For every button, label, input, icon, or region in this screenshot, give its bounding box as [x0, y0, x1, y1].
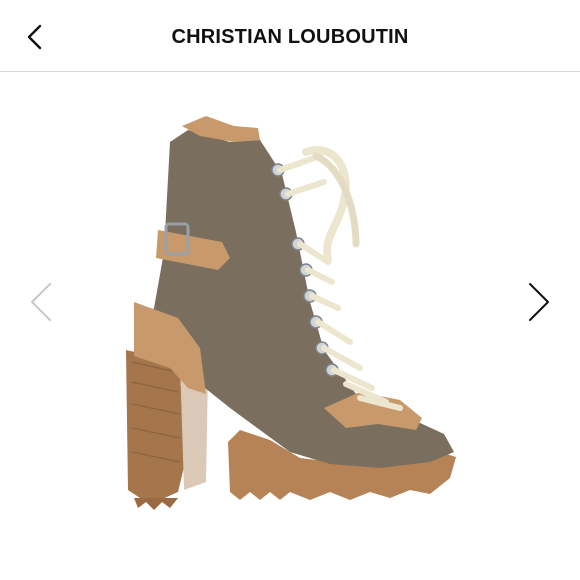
next-image-button[interactable] — [524, 280, 554, 324]
image-gallery[interactable] — [0, 72, 580, 580]
previous-image-button[interactable] — [26, 280, 56, 324]
top-bar: CHRISTIAN LOUBOUTIN — [0, 0, 580, 72]
product-image — [126, 116, 456, 510]
chevron-left-icon — [31, 283, 51, 321]
page-title: CHRISTIAN LOUBOUTIN — [171, 26, 409, 48]
chevron-right-icon — [529, 283, 549, 321]
